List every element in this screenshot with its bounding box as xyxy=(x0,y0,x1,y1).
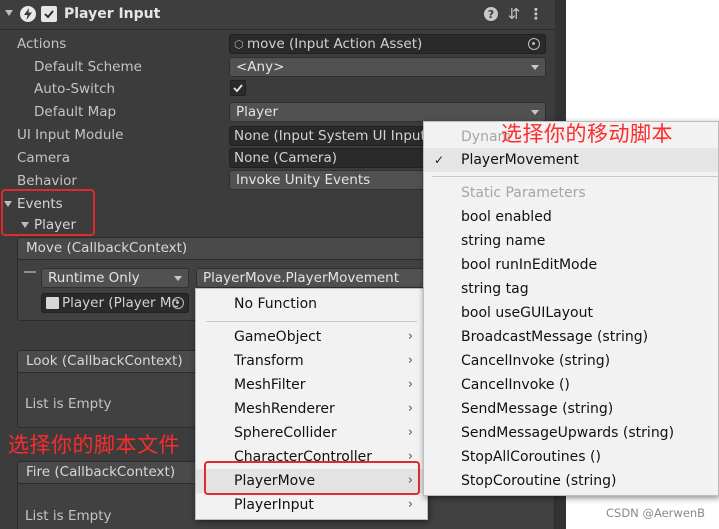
runtime-mode-value: Runtime Only xyxy=(48,270,140,286)
default-map-label: Default Map xyxy=(34,104,117,120)
submenu-arrow-icon: › xyxy=(407,353,413,368)
default-map-dropdown[interactable]: Player xyxy=(229,102,546,122)
function-value: PlayerMove.PlayerMovement xyxy=(203,270,400,286)
method-menu-item[interactable]: string tag xyxy=(424,277,718,301)
static-parameters-header: Static Parameters xyxy=(461,185,586,201)
chevron-down-icon xyxy=(531,65,539,70)
player-input-component-icon xyxy=(20,6,36,22)
method-menu: Dynam ✓ PlayerMovement Static Parameters… xyxy=(423,121,719,496)
look-list-empty: List is Empty xyxy=(25,396,112,412)
submenu-arrow-icon: › xyxy=(407,497,413,512)
ui-input-module-label: UI Input Module xyxy=(17,127,124,143)
method-menu-item[interactable]: CancelInvoke (string) xyxy=(424,349,718,373)
method-menu-item[interactable]: bool runInEditMode xyxy=(424,253,718,277)
component-menu-label: GameObject xyxy=(234,329,322,345)
target-object-value: Player (Player Mc xyxy=(62,295,179,311)
method-menu-item[interactable]: SendMessage (string) xyxy=(424,397,718,421)
component-menu-label: MeshRenderer xyxy=(234,401,335,417)
chevron-down-icon xyxy=(174,276,182,281)
submenu-arrow-icon: › xyxy=(407,401,413,416)
method-menu-item[interactable]: bool enabled xyxy=(424,205,718,229)
component-header[interactable]: Player Input ? ⇵ ⋮ xyxy=(0,0,555,30)
menu-separator xyxy=(432,176,718,177)
object-picker-icon[interactable] xyxy=(528,38,540,50)
drag-handle-icon[interactable] xyxy=(24,271,36,273)
checkmark-icon: ✓ xyxy=(434,153,445,167)
component-menu-label: SphereCollider xyxy=(234,425,337,441)
preset-sliders-icon[interactable]: ⇵ xyxy=(507,5,521,23)
script-file-icon xyxy=(46,297,59,309)
target-object-field[interactable]: Player (Player Mc xyxy=(41,293,189,313)
runtime-mode-dropdown[interactable]: Runtime Only xyxy=(41,268,189,288)
method-menu-item[interactable]: string name xyxy=(424,229,718,253)
annotation-select-script-file: 选择你的脚本文件 xyxy=(8,433,180,457)
menu-item-component[interactable]: PlayerInput › xyxy=(196,493,427,517)
actions-label: Actions xyxy=(17,36,67,52)
default-scheme-value: <Any> xyxy=(236,59,285,75)
default-scheme-dropdown[interactable]: <Any> xyxy=(229,57,546,77)
default-scheme-label: Default Scheme xyxy=(34,59,142,75)
component-title: Player Input xyxy=(64,6,161,22)
foldout-arrow-icon[interactable] xyxy=(5,10,13,16)
auto-switch-label: Auto-Switch xyxy=(34,81,116,97)
component-function-menu: No Function GameObject › Transform › MeshFil… xyxy=(195,288,428,520)
enabled-checkbox[interactable] xyxy=(41,6,57,22)
auto-switch-checkbox[interactable] xyxy=(230,80,246,96)
function-dropdown[interactable]: PlayerMove.PlayerMovement xyxy=(196,268,456,288)
submenu-arrow-icon: › xyxy=(407,329,413,344)
menu-item-component[interactable]: GameObject › xyxy=(196,325,427,349)
default-map-value: Player xyxy=(236,104,279,120)
more-options-icon[interactable]: ⋮ xyxy=(529,5,544,23)
chevron-down-icon xyxy=(531,110,539,115)
playermove-highlight-box xyxy=(204,461,420,495)
selected-method-label: PlayerMovement xyxy=(461,152,579,168)
method-menu-item[interactable]: StopCoroutine (string) xyxy=(424,469,718,493)
events-highlight-box xyxy=(1,189,95,236)
menu-item-component[interactable]: MeshRenderer › xyxy=(196,397,427,421)
menu-item-component[interactable]: MeshFilter › xyxy=(196,373,427,397)
watermark: CSDN @AerwenB xyxy=(606,506,706,520)
submenu-arrow-icon: › xyxy=(407,377,413,392)
help-icon[interactable]: ? xyxy=(484,7,498,21)
component-menu-label: MeshFilter xyxy=(234,377,306,393)
method-item-selected[interactable]: ✓ PlayerMovement xyxy=(424,148,718,172)
object-picker-icon[interactable] xyxy=(172,297,184,309)
component-menu-label: PlayerInput xyxy=(234,497,314,513)
input-action-asset-icon: ⬡ xyxy=(234,38,244,51)
menu-item-no-function[interactable]: No Function xyxy=(196,292,427,316)
method-menu-item[interactable]: CancelInvoke () xyxy=(424,373,718,397)
method-menu-item[interactable]: SendMessageUpwards (string) xyxy=(424,421,718,445)
method-menu-item[interactable]: StopAllCoroutines () xyxy=(424,445,718,469)
fire-list-empty: List is Empty xyxy=(25,508,112,524)
method-menu-item[interactable]: BroadcastMessage (string) xyxy=(424,325,718,349)
actions-value: move (Input Action Asset) xyxy=(247,36,423,52)
behavior-label: Behavior xyxy=(17,173,77,189)
method-menu-item[interactable]: bool useGUILayout xyxy=(424,301,718,325)
camera-label: Camera xyxy=(17,150,70,166)
menu-item-component[interactable]: Transform › xyxy=(196,349,427,373)
actions-object-field[interactable]: ⬡ move (Input Action Asset) xyxy=(229,34,546,54)
ui-input-module-value: None (Input System UI Input M xyxy=(234,128,442,144)
component-menu-label: Transform xyxy=(234,353,304,369)
annotation-select-move-script: 选择你的移动脚本 xyxy=(501,122,673,146)
camera-value: None (Camera) xyxy=(234,150,338,166)
behavior-value: Invoke Unity Events xyxy=(236,172,371,188)
menu-separator xyxy=(206,321,417,322)
submenu-arrow-icon: › xyxy=(407,425,413,440)
menu-item-component[interactable]: SphereCollider › xyxy=(196,421,427,445)
